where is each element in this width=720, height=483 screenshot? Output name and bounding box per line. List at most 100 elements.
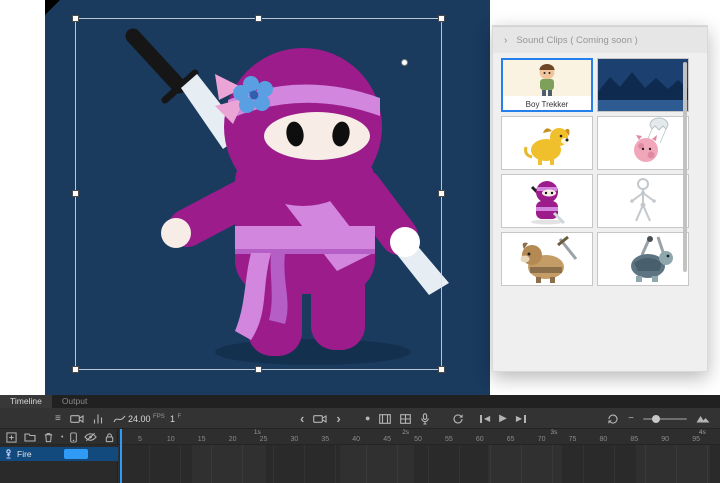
grid-icon[interactable] xyxy=(400,414,411,424)
lock-icon[interactable] xyxy=(104,432,115,443)
armored-dog-thumbnail-image xyxy=(502,233,592,285)
curve-icon[interactable] xyxy=(113,414,126,424)
thumb-yellow-dog[interactable] xyxy=(501,116,593,170)
ruler-frame-label: 55 xyxy=(445,436,453,443)
toolbar-left-group: ≡ xyxy=(55,408,126,429)
next-icon[interactable]: › xyxy=(336,412,340,425)
thumb-label: Boy Trekker xyxy=(503,100,591,109)
track-lane[interactable] xyxy=(118,445,720,483)
mountain-scene-thumbnail-image xyxy=(598,59,688,111)
chevron-right-icon: › xyxy=(504,35,507,46)
selection-handle[interactable] xyxy=(72,366,79,373)
timeline-tracks: Fire xyxy=(0,445,720,483)
pink-pig-thumbnail-image xyxy=(598,117,688,169)
purple-ninja-thumbnail-image xyxy=(502,175,592,227)
fps-value: 24.00 xyxy=(128,414,151,424)
thumb-mountain-scene[interactable] xyxy=(597,58,689,112)
track-name: Fire xyxy=(17,449,32,459)
tab-timeline[interactable]: Timeline xyxy=(0,395,52,408)
loop-group xyxy=(452,408,464,429)
thumb-pink-pig-parachute[interactable] xyxy=(597,116,689,170)
ruler-frame-label: 80 xyxy=(599,436,607,443)
yellow-dog-thumbnail-image xyxy=(502,117,592,169)
selection-handle[interactable] xyxy=(438,15,445,22)
timeline-panel: Timeline Output ≡ 24.00 FPS 1 F ‹ xyxy=(0,395,720,483)
timeline-toolbar: ≡ 24.00 FPS 1 F ‹ › ● xyxy=(0,408,720,429)
selection-handle[interactable] xyxy=(255,15,262,22)
ruler-frame-label: 20 xyxy=(229,436,237,443)
selection-handle[interactable] xyxy=(438,366,445,373)
timeline-tab-bar: Timeline Output xyxy=(0,395,720,408)
frame-unit: F xyxy=(178,414,182,420)
go-to-end-icon[interactable]: ▶ xyxy=(516,415,526,423)
thumb-turtle-warrior[interactable] xyxy=(597,232,689,286)
device-icon[interactable] xyxy=(70,432,77,443)
ruler-frame-label: 60 xyxy=(476,436,484,443)
hide-eye-icon[interactable] xyxy=(84,432,97,442)
ruler-frame-label: 65 xyxy=(507,436,515,443)
ruler-frame-label: 30 xyxy=(290,436,298,443)
record-icon[interactable]: ● xyxy=(365,414,370,423)
canvas-stage[interactable] xyxy=(45,0,490,395)
library-grid: Boy Trekker xyxy=(501,58,689,286)
anchor-point[interactable] xyxy=(401,59,408,66)
track-tools: • xyxy=(0,429,118,445)
selection-handle[interactable] xyxy=(255,366,262,373)
bar-chart-icon[interactable] xyxy=(93,413,104,424)
thumb-boy-trekker[interactable]: Boy Trekker xyxy=(501,58,593,112)
ruler-frame-label: 90 xyxy=(661,436,669,443)
ruler-frame-label: 45 xyxy=(383,436,391,443)
zoom-group: − xyxy=(607,408,710,429)
selection-box[interactable] xyxy=(75,18,442,370)
boy-trekker-thumbnail-image xyxy=(503,60,591,96)
microphone-icon[interactable] xyxy=(420,413,430,425)
loop-icon[interactable] xyxy=(452,413,464,425)
selection-handle[interactable] xyxy=(72,15,79,22)
ruler-frame-label: 25 xyxy=(260,436,268,443)
tab-output[interactable]: Output xyxy=(52,395,98,408)
ruler-frame-label: 95 xyxy=(692,436,700,443)
selection-handle[interactable] xyxy=(72,190,79,197)
marker-dot-icon[interactable]: • xyxy=(61,434,63,441)
ruler-frame-label: 35 xyxy=(321,436,329,443)
ruler-second-label: 2s xyxy=(402,429,409,436)
go-to-start-icon[interactable]: ◀ xyxy=(480,415,490,423)
prev-icon[interactable]: ‹ xyxy=(300,412,304,425)
reset-zoom-icon[interactable] xyxy=(607,413,619,425)
snapshot-camera-icon[interactable] xyxy=(313,414,327,424)
thumb-skeleton-mannequin[interactable] xyxy=(597,174,689,228)
fps-unit: FPS xyxy=(153,414,165,420)
zoom-out-icon[interactable]: − xyxy=(628,414,634,424)
layers-icon[interactable]: ≡ xyxy=(55,414,61,424)
playback-group: ◀ ▶ ▶ xyxy=(480,408,526,429)
group-folder-icon[interactable] xyxy=(24,432,36,442)
section-sound-clips[interactable]: › Sound Clips ( Coming soon ) xyxy=(493,26,707,53)
trash-icon[interactable] xyxy=(43,432,54,443)
film-icon[interactable] xyxy=(379,414,391,424)
fire-clip-bar[interactable] xyxy=(64,449,88,459)
zoom-slider[interactable] xyxy=(643,418,687,420)
ruler-second-label: 4s xyxy=(699,429,706,436)
add-track-icon[interactable] xyxy=(6,432,17,443)
frame-display: 1 F xyxy=(170,408,181,429)
ruler-frame-label: 10 xyxy=(167,436,175,443)
selection-handle[interactable] xyxy=(438,190,445,197)
thumb-purple-ninja[interactable] xyxy=(501,174,593,228)
zoom-slider-handle[interactable] xyxy=(652,415,660,423)
fit-view-icon[interactable] xyxy=(696,414,710,423)
ruler-frame-label: 75 xyxy=(569,436,577,443)
playhead[interactable] xyxy=(120,429,122,483)
section-label: Sound Clips ( Coming soon ) xyxy=(516,35,637,46)
camera-icon[interactable] xyxy=(70,414,84,424)
timeline-ruler[interactable]: 51015202530354045505560657075808590951s2… xyxy=(118,429,720,445)
library-scrollbar[interactable] xyxy=(683,62,687,272)
snapshot-nav-group: ‹ › xyxy=(300,408,341,429)
ruler-frame-label: 70 xyxy=(538,436,546,443)
thumb-armored-dog[interactable] xyxy=(501,232,593,286)
ruler-frame-label: 40 xyxy=(352,436,360,443)
track-row-fire[interactable]: Fire xyxy=(0,447,118,461)
record-group: ● xyxy=(365,408,430,429)
play-icon[interactable]: ▶ xyxy=(499,414,507,424)
skeleton-thumbnail-image xyxy=(598,175,688,227)
ruler-frame-label: 5 xyxy=(138,436,142,443)
